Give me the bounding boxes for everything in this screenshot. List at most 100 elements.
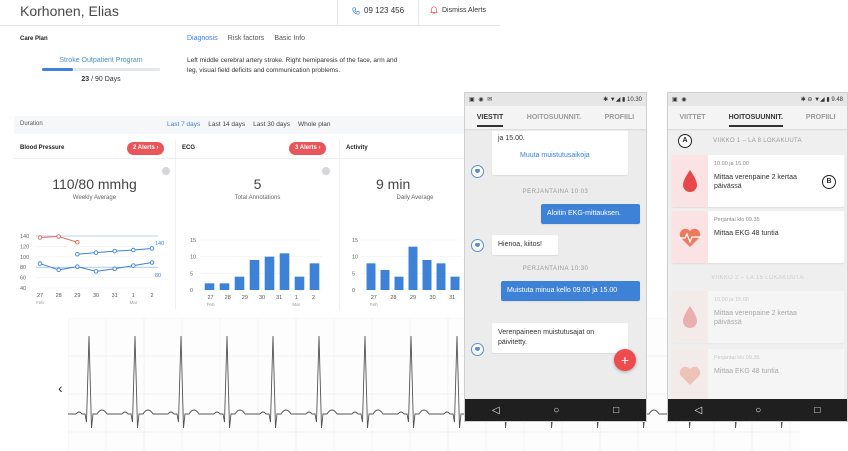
phone-icon [352,6,360,15]
task-title: Mittaa EKG 48 tuntia [714,368,779,375]
program-progress-fill [42,68,73,71]
change-reminders-link[interactable]: Muuta muistutusaikoja [498,151,622,161]
status-time: 9.48 [831,97,843,103]
x-tick-label: 30 [430,295,436,301]
message-text: ja 15.00. [498,135,525,142]
task-card[interactable]: 10.00 ja 15.00 Mittaa verenpaine 2 kerta… [672,155,844,207]
duration-whole-plan[interactable]: Whole plan [298,121,331,128]
bar [234,276,245,290]
week-header: VIIKKO 1 – LA 8 LOKAKUUTA [713,138,802,144]
recents-icon[interactable]: □ [814,405,820,416]
task-card[interactable]: Perjantai klo 09.35 Mittaa EKG 48 tuntia [672,211,844,263]
ecg-card[interactable]: ECG 3 Alerts › 5 Total Annotations 15 10 5… [176,140,340,310]
y-tick-label: 140 [20,234,29,240]
duration-bar: Duration Last 7 days Last 14 days Last 3… [14,116,464,134]
back-icon[interactable]: ◁ [492,405,500,416]
x-tick-label: 31 [449,295,455,301]
phone-number[interactable]: 09 123 456 [352,6,404,15]
home-icon[interactable]: ○ [755,405,761,416]
bar [249,260,260,290]
callout-a: A [678,134,692,148]
status-right: ✱ ▼◢ ▮ 10.30 [603,97,642,103]
header-divider [337,0,338,26]
phone-messages-screen: ▣ ◉ ✉ ✱ ▼◢ ▮ 10.30 VIESTIT HOITOSUUNNIT.… [464,92,647,422]
notification-icons: ▣ ◉ [672,97,688,103]
program-name[interactable]: Stroke Outpatient Program [42,57,160,64]
bar [204,283,215,290]
activity-card[interactable]: Activity 9 min Daily Average 15 10 5 0 27 28 2… [340,140,464,310]
tab-hoitosuunnitelma[interactable]: HOITOSUUNNIT. [527,114,581,121]
tab-profiili[interactable]: PROFIILI [605,114,635,121]
info-tabs: Diagnosis Risk factors Basic Info [187,35,305,42]
x-tick-label: 28 [390,295,396,301]
y-tick-label: 40 [20,286,26,292]
week-header: VIIKKO 2 – LA 15 LOKAKUUTA [711,275,804,281]
task-time: 10.00 ja 15.00 [714,297,749,303]
app-tabs: VIITTET HOITOSUUNNIT. PROFIILI [668,106,847,130]
dismiss-alerts-button[interactable]: Dismiss Alerts [430,6,486,14]
y-tick-label: 100 [20,255,29,261]
android-nav-bar: ◁ ○ □ [668,399,847,421]
bar [408,246,418,290]
task-icon-bg [672,291,708,343]
message-bubble-outgoing: Muistuta minua kello 09.00 ja 15.00 [501,281,640,301]
tab-basic-info[interactable]: Basic Info [274,35,305,42]
tab-profiili[interactable]: PROFIILI [806,114,836,121]
chevron-left-icon[interactable]: ‹ [58,380,63,396]
task-card-upcoming[interactable]: 10.00 ja 15.00 Mittaa verenpaine 2 kerta… [672,291,844,343]
y-tick-label: 120 [20,244,29,250]
x-tick-label: 27 [37,293,43,299]
tab-risk-factors[interactable]: Risk factors [228,35,265,42]
status-bar: ▣ ◉ ✱ ⊖ ▼◢ ▮ 9.48 [668,93,847,106]
android-nav-bar: ◁ ○ □ [465,399,646,421]
y-tick-label: 80 [20,265,26,271]
bar [219,283,230,290]
patient-header: Korhonen, Elias 09 123 456 Dismiss Alert… [0,0,500,26]
tab-diagnosis[interactable]: Diagnosis [187,35,218,42]
blood-pressure-card[interactable]: Blood Pressure 2 Alerts › 110/80 mmhg We… [14,140,176,310]
care-team-avatar [471,343,484,356]
duration-last-14-days[interactable]: Last 14 days [208,121,245,128]
x-tick-label: 2 [150,293,153,299]
task-icon-bg [672,211,708,263]
bell-icon [430,6,438,14]
x-tick-label: 27 [371,295,377,301]
data-point [131,247,136,253]
phone-number-text: 09 123 456 [364,6,405,15]
y-tick-label: 5 [352,271,355,277]
tab-viestit[interactable]: VIESTIT [476,114,504,127]
task-card-upcoming[interactable]: Perjantai klo 09.35 Mittaa EKG 48 tuntia [672,349,844,401]
day-separator: PERJANTAINA 10:03 [522,189,589,195]
tab-hoitosuunnitelma[interactable]: HOITOSUUNNIT. [728,114,783,127]
bar [294,276,305,290]
care-team-avatar [471,239,484,252]
new-message-button[interactable]: + [614,349,636,371]
x-tick-label: 29 [74,293,80,299]
bar [279,253,290,290]
dismiss-alerts-label: Dismiss Alerts [442,6,486,14]
duration-last-7-days[interactable]: Last 7 days [167,121,200,128]
tab-viestit[interactable]: VIITTET [680,114,706,121]
data-point [75,264,80,269]
days-done: 23 [81,76,90,83]
y-tick-label: 0 [352,288,355,294]
program-days: 23 / 90 Days [42,76,160,83]
bar [394,276,404,290]
x-tick-label: 1 [295,295,298,301]
back-icon[interactable]: ◁ [695,405,703,416]
days-total: / 90 Days [89,76,121,83]
x-tick-label: 2 [312,295,315,301]
program-progress-bar [42,68,160,71]
data-point [93,269,99,274]
recents-icon[interactable]: □ [613,405,619,416]
status-right: ✱ ⊖ ▼◢ ▮ 9.48 [800,97,843,103]
month-label: Feb [370,302,378,307]
duration-options: Last 7 days Last 14 days Last 30 days Wh… [167,121,331,128]
bar [436,263,446,290]
message-bubble-incoming: ja 15.00. Muuta muistutusaikoja [492,131,628,175]
x-tick-label: 31 [112,293,118,299]
care-plan-list: VIIKKO 1 – LA 8 LOKAKUUTA A 10.00 ja 15.… [668,131,847,401]
y-tick-label: 15 [352,238,358,244]
home-icon[interactable]: ○ [553,405,559,416]
duration-last-30-days[interactable]: Last 30 days [253,121,290,128]
